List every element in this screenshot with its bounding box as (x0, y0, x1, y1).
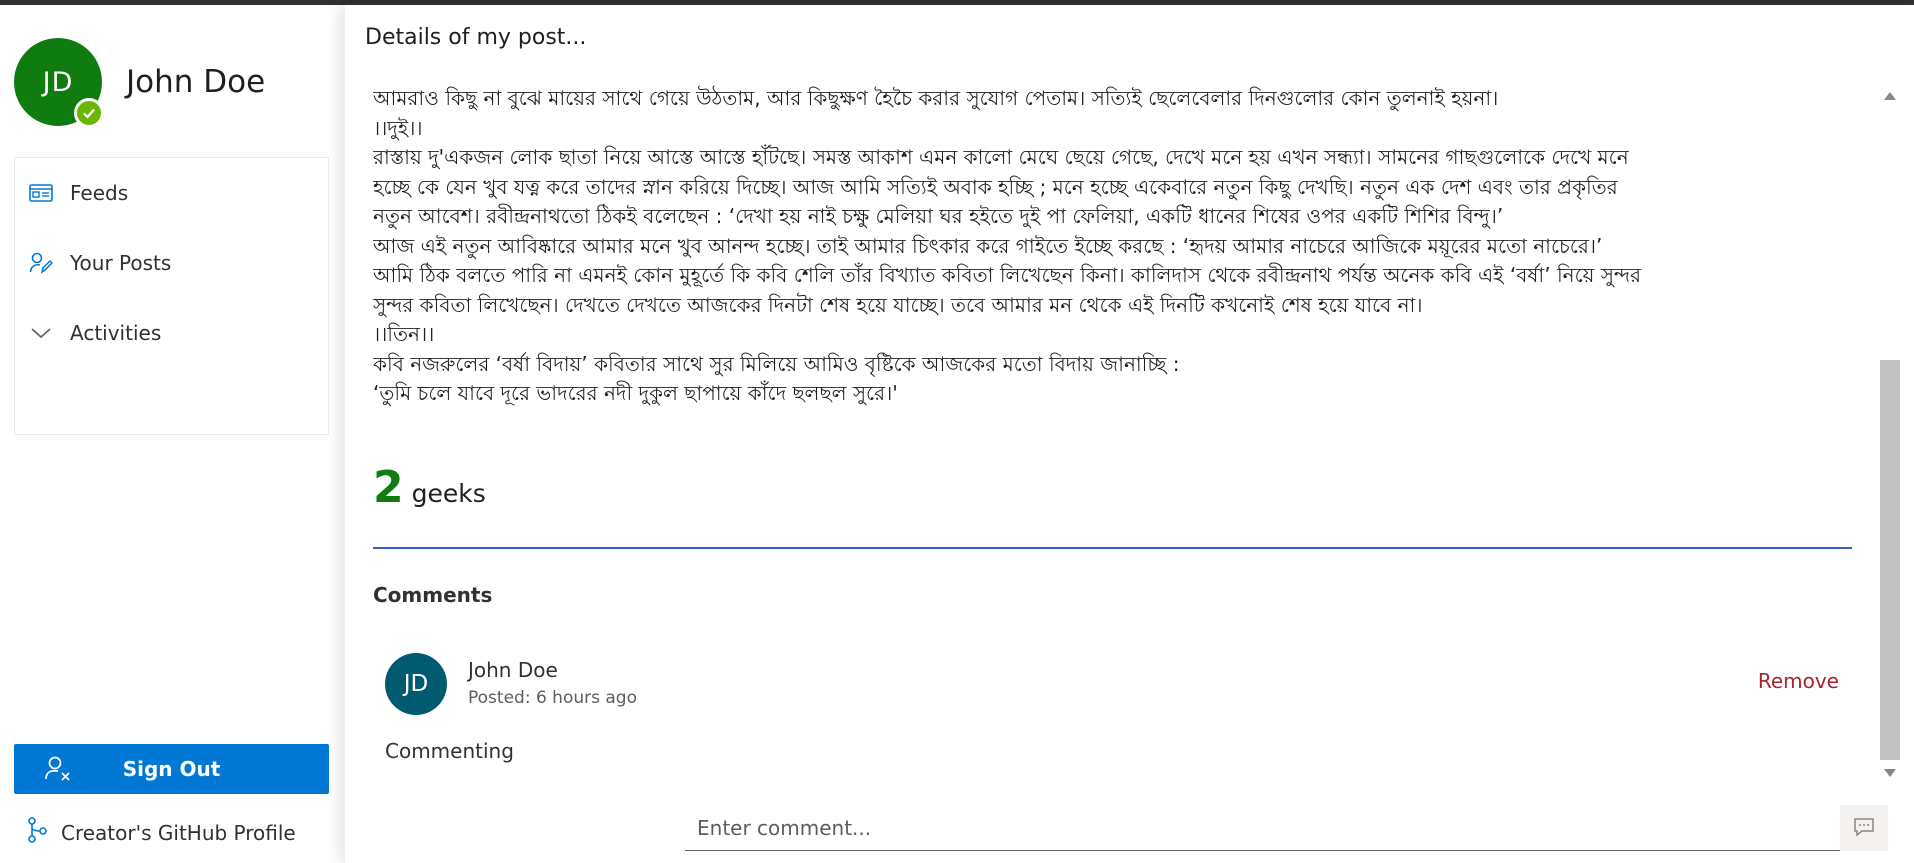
post-line: ।।দুই।। (373, 115, 423, 140)
sign-out-label: Sign Out (122, 757, 221, 781)
posts-icon (27, 249, 55, 277)
avatar-initials: JD (42, 66, 74, 98)
post-scroll-area[interactable]: আমরাও কিছু না বুঝে মায়ের সাথে গেয়ে উঠত… (345, 80, 1877, 785)
post-body: আমরাও কিছু না বুঝে মায়ের সাথে গেয়ে উঠত… (373, 80, 1863, 409)
remove-comment-button[interactable]: Remove (1758, 669, 1839, 693)
scroll-down-arrow-icon[interactable] (1884, 769, 1896, 777)
sidebar-item-your-posts[interactable]: Your Posts (15, 228, 328, 298)
geeks-count: 2 geeks (373, 462, 486, 513)
feeds-icon (27, 179, 55, 207)
post-details-panel: Details of my post... আমরাও কিছু না বুঝে… (345, 5, 1914, 863)
post-line: ‘তুমি চলে যাবে দূরে ভাদরের নদী দুকুল ছাপ… (373, 381, 898, 405)
sidebar-item-activities[interactable]: Activities (15, 298, 328, 368)
send-comment-button[interactable] (1840, 805, 1888, 851)
comment-text: Commenting (385, 739, 514, 763)
comments-heading: Comments (373, 583, 493, 607)
post-line: হচ্ছে কে যেন খুব যত্ন করে তাদের স্নান কর… (373, 174, 1618, 199)
post-line: আমরাও কিছু না বুঝে মায়ের সাথে গেয়ে উঠত… (373, 86, 1499, 110)
post-line: সুন্দর কবিতা লিখেছেন। দেখতে দেখতে আজকের … (373, 292, 1423, 317)
post-line: রাস্তায় দু'একজন লোক ছাতা নিয়ে আস্তে আস… (373, 145, 1629, 169)
sidebar: JD John Doe Feeds Your Posts Activities (0, 5, 345, 863)
comment-avatar-initials: JD (403, 671, 429, 697)
scrollbar-thumb[interactable] (1880, 360, 1900, 760)
github-profile-link[interactable]: Creator's GitHub Profile (27, 817, 296, 848)
sidebar-nav: Feeds Your Posts Activities (14, 157, 329, 435)
post-line: আমি ঠিক বলতে পারি না এমনই কোন মুহূর্তে ক… (373, 263, 1642, 287)
sign-out-user-icon (44, 755, 72, 788)
user-name: John Doe (126, 64, 266, 100)
sidebar-item-label: Your Posts (70, 251, 172, 275)
comment-item: JD John Doe Posted: 6 hours ago Remove C… (385, 653, 1855, 773)
user-profile: JD John Doe (14, 37, 266, 128)
sign-out-button[interactable]: Sign Out (14, 744, 329, 794)
github-profile-label: Creator's GitHub Profile (61, 820, 296, 845)
branch-icon (27, 817, 47, 848)
post-line: ।।তিন।। (373, 322, 435, 346)
geeks-label: geeks (411, 479, 486, 508)
avatar: JD (14, 38, 104, 128)
comment-bubble-icon (1853, 817, 1875, 840)
presence-available-icon (74, 98, 104, 128)
post-line: কবি নজরুলের ‘বর্ষা বিদায়’ কবিতার সাথে স… (373, 351, 1180, 376)
geeks-number: 2 (373, 462, 404, 513)
sidebar-item-label: Feeds (70, 181, 129, 205)
comment-avatar: JD (385, 653, 447, 715)
comment-input[interactable] (685, 805, 1840, 851)
comment-timestamp: Posted: 6 hours ago (468, 688, 637, 708)
post-line: নতুন আবেশ। রবীন্দ্রনাথতো ঠিকই বলেছেন : ‘… (373, 204, 1504, 228)
sidebar-item-label: Activities (70, 321, 162, 345)
comment-author: John Doe (468, 658, 558, 682)
panel-title: Details of my post... (365, 25, 587, 50)
divider (373, 547, 1852, 549)
scroll-up-arrow-icon[interactable] (1884, 92, 1896, 100)
post-line: আজ এই নতুন আবিষ্কারে আমার মনে খুব আনন্দ … (373, 233, 1603, 258)
vertical-scrollbar[interactable] (1878, 80, 1902, 785)
sidebar-item-feeds[interactable]: Feeds (15, 158, 328, 228)
chevron-down-icon (27, 319, 55, 347)
